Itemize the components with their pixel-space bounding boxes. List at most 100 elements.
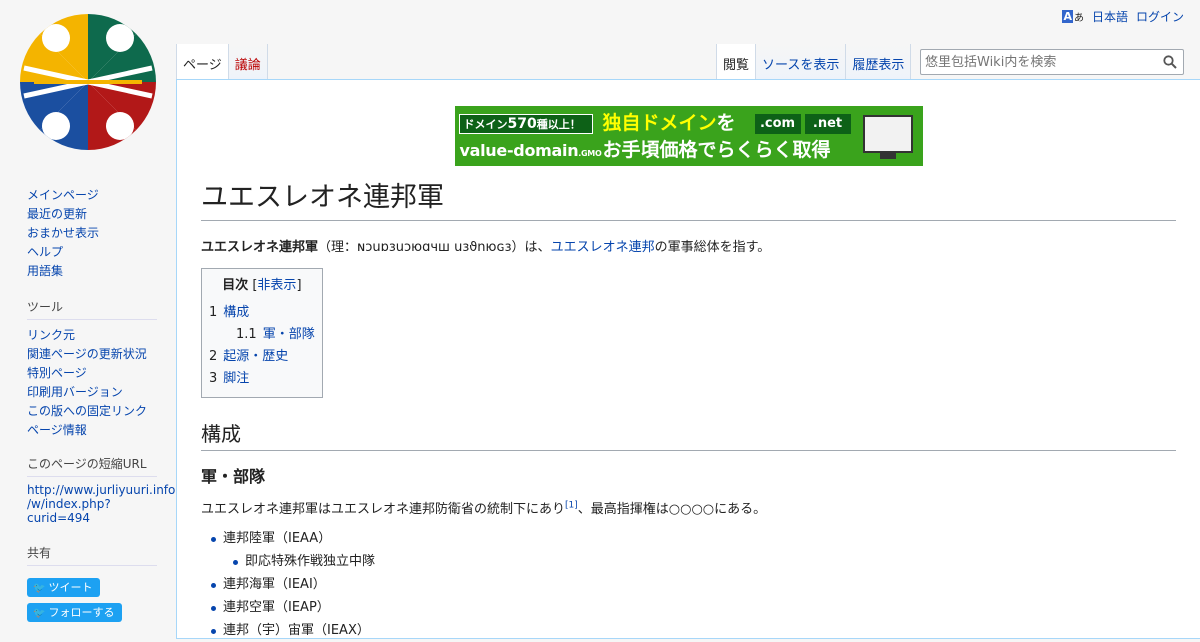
banner-headline-1b: を xyxy=(716,112,736,134)
banner-brand: value-domain.GMO xyxy=(459,140,602,162)
toc-entry[interactable]: 1.1 軍・部隊 xyxy=(209,324,315,346)
list-item-text: 連邦空軍（IEAP） xyxy=(223,600,330,615)
toc-entry-number: 3 xyxy=(209,371,218,386)
lead-paragraph: ユエスレオネ連邦軍（理：ɴɔuɒɜuɔюɑчш uɜϑnюɢɜ）は、ユエスレオネ… xyxy=(201,238,1176,258)
subsection-heading: 軍・部隊 xyxy=(201,467,266,486)
sidebar-tools: ツール リンク元 関連ページの更新状況 特別ページ 印刷用バージョン この版への… xyxy=(27,299,157,440)
shorturl-link-part1[interactable]: http://www.jurliyuuri.info xyxy=(27,483,175,497)
shorturl-link-part2[interactable]: /w/index.php? xyxy=(27,497,157,511)
sidebar-share: 共有 🐦 ツイート 🐦 フォローする xyxy=(27,545,157,622)
banner-headline-1: 独自ドメインを xyxy=(603,110,736,136)
banner-brand-name: value-domain xyxy=(459,141,579,160)
banner-com: .com xyxy=(754,114,801,134)
list-item: 即応特殊作戦独立中隊 xyxy=(233,550,1176,573)
list-item: 連邦（宇）宙軍（IEAX） xyxy=(211,619,1176,642)
tab-history[interactable]: 履歴表示 xyxy=(845,44,912,80)
toc-entry[interactable]: 1 構成 xyxy=(209,302,315,324)
uls-letter-b: あ xyxy=(1073,13,1084,24)
lead-link[interactable]: ユエスレオネ連邦 xyxy=(551,240,655,255)
tools-heading: ツール xyxy=(27,299,157,320)
list-item-text: 連邦陸軍（IEAA） xyxy=(223,531,332,546)
list-item: 連邦空軍（IEAP） xyxy=(211,596,1176,619)
toc-toggle[interactable]: 非表示 xyxy=(257,278,296,293)
section-heading: 構成 xyxy=(201,420,1176,451)
toc-heading: 目次 xyxy=(222,278,249,293)
search-icon[interactable] xyxy=(1163,55,1177,69)
banner-headline-1a: 独自ドメイン xyxy=(602,112,717,134)
footnote-ref[interactable]: [1] xyxy=(565,501,578,511)
list-item-text: 連邦（宇）宙軍（IEAX） xyxy=(223,623,370,638)
toc-bracket-close: ] xyxy=(296,278,302,293)
paragraph-text-b: 、最高指揮権は○○○○にある。 xyxy=(577,502,767,517)
toc-entry-number: 1.1 xyxy=(236,327,257,342)
list-item: 連邦海軍（IEAI） xyxy=(211,573,1176,596)
sidebar: メインページ 最近の更新 おまかせ表示 ヘルプ 用語集 ツール リンク元 関連ペ… xyxy=(0,184,176,622)
table-of-contents: 目次 [非表示] 1 構成 1.1 軍・部隊 2 起源・歴史 3 脚注 xyxy=(201,268,323,398)
follow-button[interactable]: 🐦 フォローする xyxy=(27,603,123,622)
sidebar-item-page-info[interactable]: ページ情報 xyxy=(27,421,157,440)
sidebar-item-printable[interactable]: 印刷用バージョン xyxy=(27,383,157,402)
sidebar-shorturl: このページの短縮URL http://www.jurliyuuri.info /… xyxy=(27,456,175,525)
toc-entry-number: 2 xyxy=(209,349,218,364)
search-box xyxy=(920,49,1184,75)
logo-emblem-icon xyxy=(20,14,156,150)
toc-entry[interactable]: 3 脚注 xyxy=(209,368,315,390)
tab-page[interactable]: ページ xyxy=(176,44,228,80)
nested-list: 即応特殊作戦独立中隊 xyxy=(223,550,1176,573)
list-item-text: 即応特殊作戦独立中隊 xyxy=(245,554,376,569)
paragraph-text-a: ユエスレオネ連邦軍はユエスレオネ連邦防衛省の統制下にあり xyxy=(201,502,566,517)
toc-entry-link[interactable]: 起源・歴史 xyxy=(223,349,288,364)
banner-tag-number: 570 xyxy=(507,116,537,132)
toc-entry-link[interactable]: 脚注 xyxy=(223,371,249,386)
monitor-icon xyxy=(862,115,913,153)
lead-paren: （理：ɴɔuɒɜuɔюɑчш uɜϑnюɢɜ）は、 xyxy=(318,240,551,255)
lead-rest: の軍事総体を指す。 xyxy=(654,240,771,255)
toc-entry-link[interactable]: 軍・部隊 xyxy=(263,327,315,342)
twitter-bird-icon: 🐦 xyxy=(33,608,46,619)
sidebar-navigation: メインページ 最近の更新 おまかせ表示 ヘルプ 用語集 xyxy=(27,184,157,281)
tab-read[interactable]: 閲覧 xyxy=(716,44,756,80)
sidebar-item-help[interactable]: ヘルプ xyxy=(27,243,157,262)
main-content: ドメイン570種以上！ value-domain.GMO 独自ドメインを .co… xyxy=(176,79,1200,639)
monitor-stand-icon xyxy=(879,153,896,159)
twitter-bird-icon: 🐦 xyxy=(33,583,46,594)
toc-entry-number: 1 xyxy=(209,305,218,320)
toc-entry[interactable]: 2 起源・歴史 xyxy=(209,346,315,368)
banner-net: .net xyxy=(804,114,851,134)
banner-tag: ドメイン570種以上！ xyxy=(458,114,593,134)
sidebar-item-permalink[interactable]: この版への固定リンク xyxy=(27,402,157,421)
search-input[interactable] xyxy=(921,50,1151,74)
toc-title: 目次 [非表示] xyxy=(209,276,315,296)
sidebar-item-random[interactable]: おまかせ表示 xyxy=(27,224,157,243)
ad-banner[interactable]: ドメイン570種以上！ value-domain.GMO 独自ドメインを .co… xyxy=(454,106,923,166)
tab-view-source[interactable]: ソースを表示 xyxy=(755,44,846,80)
sidebar-item-recent-changes[interactable]: 最近の更新 xyxy=(27,205,157,224)
share-heading: 共有 xyxy=(27,545,157,566)
banner-tag-prefix: ドメイン xyxy=(463,118,508,131)
banner-headline-2: お手頃価格でらくらく取得 xyxy=(602,139,831,161)
toc-entry-link[interactable]: 構成 xyxy=(223,305,249,320)
sidebar-item-whatlinkshere[interactable]: リンク元 xyxy=(27,326,157,345)
shorturl-heading: このページの短縮URL xyxy=(27,456,157,477)
banner-brand-gmo: .GMO xyxy=(578,149,602,158)
page-title: ユエスレオネ連邦軍 xyxy=(201,180,1176,221)
site-logo[interactable] xyxy=(14,8,162,156)
list-item: 連邦陸軍（IEAA） 即応特殊作戦独立中隊 xyxy=(211,527,1176,573)
sidebar-item-special-pages[interactable]: 特別ページ xyxy=(27,364,157,383)
shorturl-link-part3[interactable]: curid=494 xyxy=(27,511,157,525)
banner-tag-suffix: 種以上！ xyxy=(536,118,581,131)
personal-tools: Aあ 日本語 ログイン xyxy=(1062,8,1184,25)
follow-label: フォローする xyxy=(48,606,115,619)
forces-list: 連邦陸軍（IEAA） 即応特殊作戦独立中隊 連邦海軍（IEAI） 連邦空軍（IE… xyxy=(201,527,1176,642)
language-link[interactable]: 日本語 xyxy=(1092,8,1128,25)
uls-letter-a: A xyxy=(1062,10,1073,23)
sidebar-item-glossary[interactable]: 用語集 xyxy=(27,262,157,281)
tab-talk[interactable]: 議論 xyxy=(227,44,268,80)
sidebar-item-related-changes[interactable]: 関連ページの更新状況 xyxy=(27,345,157,364)
language-settings-icon[interactable]: Aあ xyxy=(1062,9,1084,24)
login-link[interactable]: ログイン xyxy=(1136,8,1184,25)
tweet-button[interactable]: 🐦 ツイート xyxy=(27,578,101,597)
tweet-label: ツイート xyxy=(48,581,93,594)
lead-bold-term: ユエスレオネ連邦軍 xyxy=(201,240,319,255)
sidebar-item-main-page[interactable]: メインページ xyxy=(27,186,157,205)
